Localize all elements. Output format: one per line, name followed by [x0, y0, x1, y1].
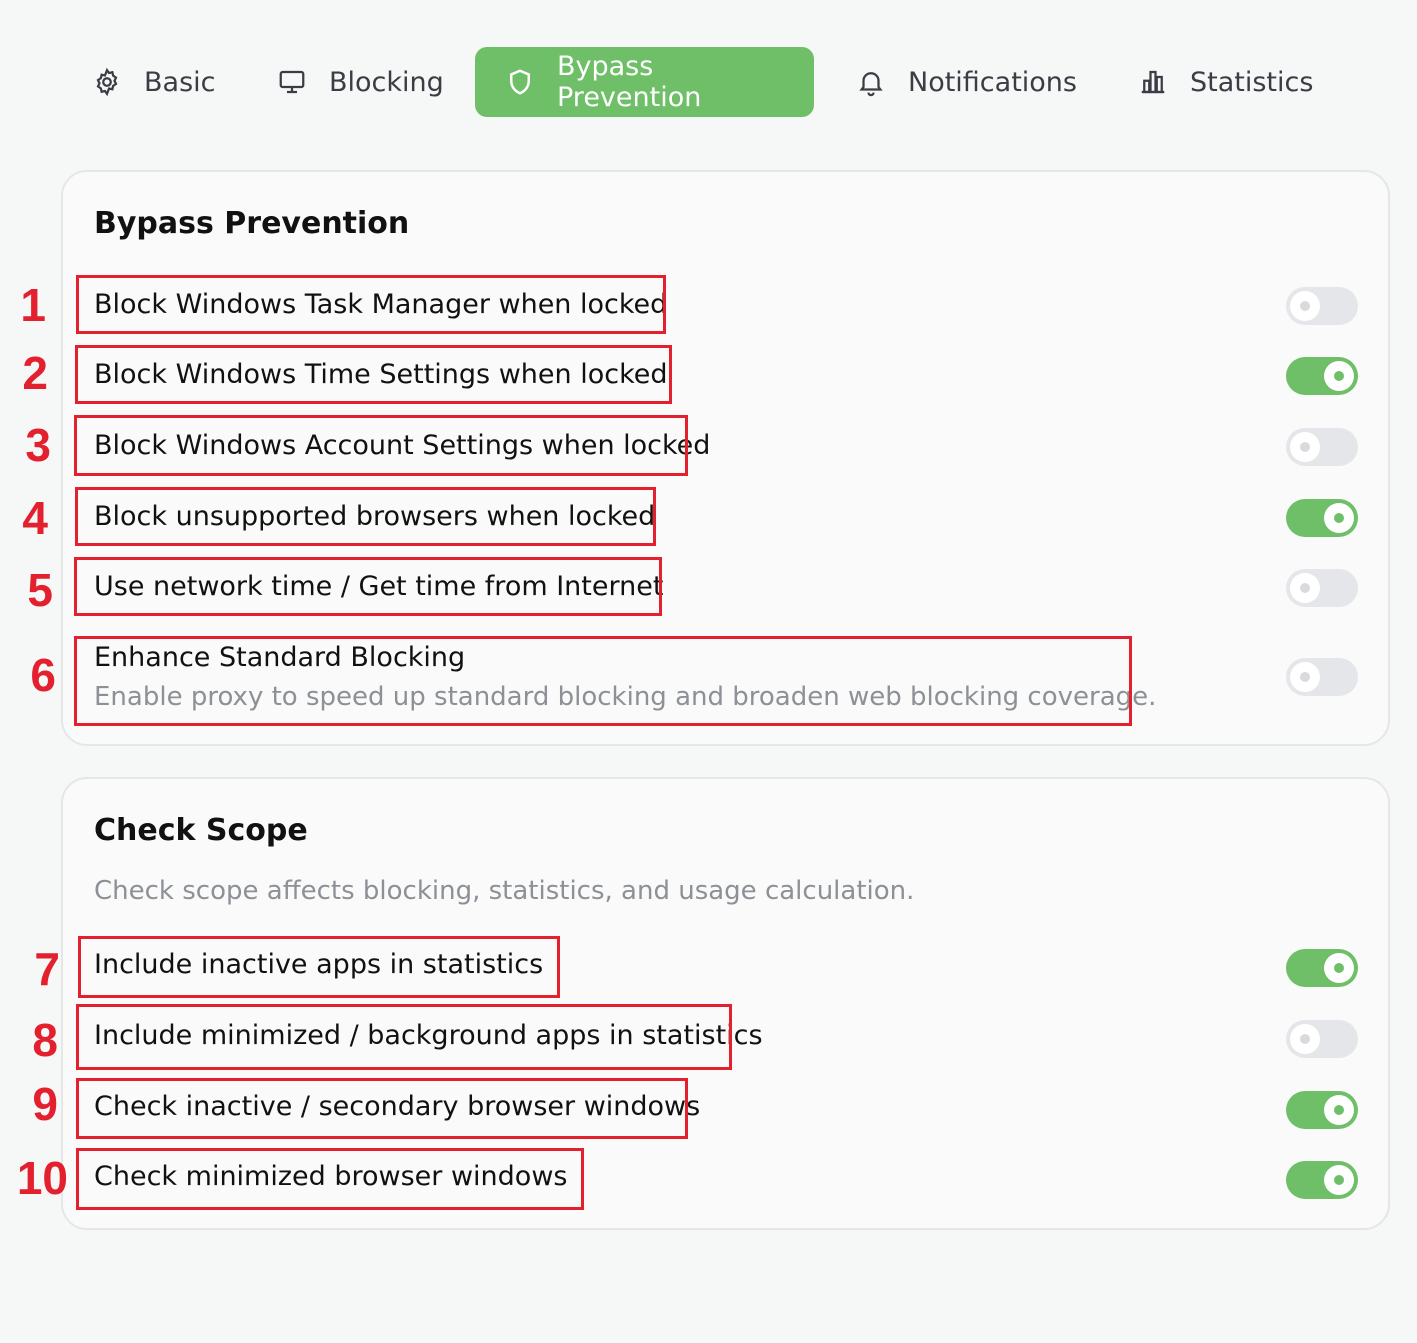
- annotation-box: [76, 1004, 732, 1070]
- section-title: Bypass Prevention: [94, 206, 410, 241]
- toggle-knob: [1290, 662, 1320, 692]
- tab-bar: Basic Blocking Bypass Prevention Notific…: [0, 47, 1417, 117]
- tab-label: Notifications: [908, 66, 1077, 98]
- annotation-number: 9: [32, 1078, 58, 1130]
- toggle-block-task-manager[interactable]: [1286, 287, 1358, 325]
- tab-label: Statistics: [1190, 66, 1314, 98]
- toggle-block-unsupported-browsers[interactable]: [1286, 499, 1358, 537]
- bar-chart-icon: [1138, 67, 1168, 97]
- annotation-number: 10: [16, 1152, 68, 1204]
- annotation-box: [74, 636, 1132, 726]
- tab-notifications[interactable]: Notifications: [856, 47, 1077, 117]
- annotation-number: 3: [25, 419, 51, 471]
- toggle-knob: [1324, 361, 1354, 391]
- toggle-knob: [1290, 1024, 1320, 1054]
- annotation-number: 8: [32, 1014, 58, 1066]
- annotation-box: [74, 557, 662, 616]
- toggle-knob: [1290, 573, 1320, 603]
- annotation-box: [76, 1078, 688, 1139]
- toggle-block-account-settings[interactable]: [1286, 428, 1358, 466]
- toggle-network-time[interactable]: [1286, 569, 1358, 607]
- section-title: Check Scope: [94, 813, 308, 848]
- tab-blocking[interactable]: Blocking: [277, 47, 444, 117]
- toggle-knob: [1290, 432, 1320, 462]
- gear-icon: [92, 67, 122, 97]
- toggle-include-inactive-apps[interactable]: [1286, 949, 1358, 987]
- monitor-icon: [277, 67, 307, 97]
- annotation-box: [76, 275, 666, 334]
- toggle-check-minimized-browser-windows[interactable]: [1286, 1161, 1358, 1199]
- section-description: Check scope affects blocking, statistics…: [94, 876, 915, 906]
- annotation-box: [75, 487, 656, 546]
- annotation-number: 7: [34, 943, 60, 995]
- tab-bypass-prevention[interactable]: Bypass Prevention: [475, 47, 814, 117]
- annotation-number: 5: [27, 564, 53, 616]
- annotation-box: [75, 345, 672, 404]
- annotation-box: [76, 1148, 584, 1210]
- tab-label: Blocking: [329, 66, 444, 98]
- toggle-enhance-standard-blocking[interactable]: [1286, 658, 1358, 696]
- tab-statistics[interactable]: Statistics: [1138, 47, 1313, 117]
- bell-icon: [856, 67, 886, 97]
- annotation-number: 6: [30, 649, 56, 701]
- tab-label: Bypass Prevention: [557, 51, 702, 113]
- toggle-block-time-settings[interactable]: [1286, 357, 1358, 395]
- toggle-knob: [1324, 503, 1354, 533]
- annotation-number: 2: [22, 347, 48, 399]
- tab-label: Basic: [144, 66, 216, 98]
- tab-basic[interactable]: Basic: [92, 47, 215, 117]
- toggle-check-inactive-browser-windows[interactable]: [1286, 1091, 1358, 1129]
- shield-icon: [505, 67, 535, 97]
- toggle-include-minimized-apps[interactable]: [1286, 1020, 1358, 1058]
- annotation-number: 1: [20, 279, 46, 331]
- toggle-knob: [1290, 291, 1320, 321]
- toggle-knob: [1324, 1165, 1354, 1195]
- annotation-box: [74, 415, 688, 476]
- toggle-knob: [1324, 953, 1354, 983]
- annotation-number: 4: [22, 492, 48, 544]
- annotation-box: [78, 936, 560, 998]
- toggle-knob: [1324, 1095, 1354, 1125]
